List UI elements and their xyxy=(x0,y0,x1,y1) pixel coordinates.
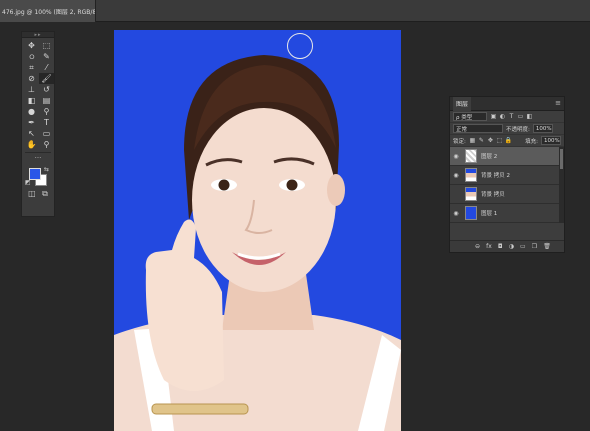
color-swatches: ⇆ ◩ xyxy=(22,165,54,187)
eraser-tool-icon[interactable]: ◧ xyxy=(24,95,39,106)
layer-name[interactable]: 图层 1 xyxy=(481,209,497,217)
layer-thumbnail xyxy=(465,149,477,163)
marquee-tool-icon[interactable]: ⬚ xyxy=(39,40,54,51)
layer-list: ◉ 图层 2 ◉ 背景 拷贝 2 ◉ 背景 拷贝 ◉ 图层 1 xyxy=(450,147,564,223)
lasso-tool-icon[interactable]: ഠ xyxy=(24,51,39,62)
blend-row: 正常 不透明度: 100% xyxy=(450,123,564,135)
layer-name[interactable]: 背景 拷贝 xyxy=(481,190,505,198)
lock-2-icon[interactable]: ✥ xyxy=(487,137,494,144)
layer-thumbnail xyxy=(465,168,477,182)
more-tools-icon[interactable]: ··· xyxy=(22,155,54,163)
blur-tool-icon[interactable]: ● xyxy=(24,106,39,117)
adjustment-layer-icon[interactable]: ◑ xyxy=(509,243,514,250)
layers-panel-header: 图层 ≡ xyxy=(450,96,564,111)
layer-row[interactable]: ◉ 图层 2 xyxy=(450,147,564,166)
layer-mask-icon[interactable]: ◘ xyxy=(498,243,503,250)
document-tab[interactable]: 476.jpg @ 100% (图层 2, RGB/8) * × xyxy=(0,0,96,22)
visibility-eye-icon[interactable]: ◉ xyxy=(450,172,462,179)
group-icon[interactable]: ▭ xyxy=(520,243,526,250)
fill-label: 填充: xyxy=(525,138,538,145)
layer-row[interactable]: ◉ 背景 拷贝 xyxy=(450,185,564,204)
visibility-eye-icon[interactable]: ◉ xyxy=(450,153,462,160)
tool-grid: ✥ ⬚ ഠ ✎ ⌗ ⁄ ⊘ 🖌 ⊥ ↺ ◧ ▤ ● ⚲ ✒ T ↖ ▭ ✋ ⚲ xyxy=(22,38,54,150)
filter-4-icon[interactable]: ◧ xyxy=(526,113,533,120)
trash-icon[interactable]: 🗑 xyxy=(543,243,551,250)
move-tool-icon[interactable]: ✥ xyxy=(24,40,39,51)
crop-tool-icon[interactable]: ⌗ xyxy=(24,62,39,73)
pen-tool-icon[interactable]: ✒ xyxy=(24,117,39,128)
blend-mode-select[interactable]: 正常 xyxy=(453,124,503,133)
screen-mode-icon[interactable]: ⧉ xyxy=(42,189,48,199)
clone-stamp-tool-icon[interactable]: ⊥ xyxy=(24,84,39,95)
filter-kind-select[interactable]: ρ 类型 xyxy=(453,112,487,121)
path-select-tool-icon[interactable]: ↖ xyxy=(24,128,39,139)
opacity-label: 不透明度: xyxy=(506,126,530,133)
lock-1-icon[interactable]: ✎ xyxy=(478,137,485,144)
brush-tool-icon[interactable]: 🖌 xyxy=(39,73,54,84)
type-tool-icon[interactable]: T xyxy=(39,117,54,128)
link-layers-icon[interactable]: ⊖ xyxy=(475,243,480,250)
tools-panel: ▸▸ ✥ ⬚ ഠ ✎ ⌗ ⁄ ⊘ 🖌 ⊥ ↺ ◧ ▤ ● ⚲ ✒ T ↖ ▭ ✋ ⚲ ··· ⇆ ◩ ◫ ⧉ xyxy=(21,31,55,217)
swap-colors-icon[interactable]: ⇆ xyxy=(44,166,49,173)
layer-name[interactable]: 背景 拷贝 2 xyxy=(481,171,510,179)
layer-row[interactable]: ◉ 背景 拷贝 2 xyxy=(450,166,564,185)
lock-4-icon[interactable]: 🔒 xyxy=(505,137,512,144)
panel-menu-icon[interactable]: ≡ xyxy=(555,99,561,107)
new-layer-icon[interactable]: ❒ xyxy=(532,243,537,250)
quick-select-tool-icon[interactable]: ✎ xyxy=(39,51,54,62)
healing-brush-tool-icon[interactable]: ⊘ xyxy=(24,73,39,84)
dodge-tool-icon[interactable]: ⚲ xyxy=(39,106,54,117)
lock-3-icon[interactable]: ⬚ xyxy=(496,137,503,144)
gradient-tool-icon[interactable]: ▤ xyxy=(39,95,54,106)
layers-panel: 图层 ≡ ρ 类型 ▣ ◐ T ▭ ◧ 正常 不透明度: 100% 锁定: ▦ ✎ ✥ ⬚ 🔒 … xyxy=(449,96,565,253)
shape-tool-icon[interactable]: ▭ xyxy=(39,128,54,139)
portrait-photo xyxy=(114,30,401,431)
layer-thumbnail xyxy=(465,187,477,201)
fill-input[interactable]: 100% xyxy=(541,136,561,145)
visibility-eye-icon[interactable]: ◉ xyxy=(450,210,462,217)
default-colors-icon[interactable]: ◩ xyxy=(25,179,31,186)
lock-label: 锁定: xyxy=(453,138,466,145)
layers-scrollbar[interactable] xyxy=(559,147,564,223)
layer-name[interactable]: 图层 2 xyxy=(481,152,497,160)
filter-0-icon[interactable]: ▣ xyxy=(490,113,497,120)
filter-1-icon[interactable]: ◐ xyxy=(499,113,506,120)
hand-tool-icon[interactable]: ✋ xyxy=(24,139,39,150)
history-brush-tool-icon[interactable]: ↺ xyxy=(39,84,54,95)
lock-0-icon[interactable]: ▦ xyxy=(469,137,476,144)
fx-icon[interactable]: fx xyxy=(486,243,492,250)
layer-thumbnail xyxy=(465,206,477,220)
lock-row: 锁定: ▦ ✎ ✥ ⬚ 🔒 填充: 100% xyxy=(450,135,564,147)
foreground-color-swatch[interactable] xyxy=(29,168,41,180)
document-tab-title: 476.jpg @ 100% (图层 2, RGB/8) * xyxy=(2,8,96,16)
tab-layers[interactable]: 图层 xyxy=(453,96,472,111)
filter-2-icon[interactable]: T xyxy=(508,113,515,120)
document-canvas[interactable] xyxy=(114,30,401,431)
brush-cursor xyxy=(287,33,313,59)
opacity-input[interactable]: 100% xyxy=(532,124,553,133)
layer-row[interactable]: ◉ 图层 1 xyxy=(450,204,564,223)
filter-3-icon[interactable]: ▭ xyxy=(517,113,524,120)
quick-mask-icon[interactable]: ◫ xyxy=(28,189,36,199)
visibility-eye-icon[interactable]: ◉ xyxy=(450,191,462,198)
zoom-tool-icon[interactable]: ⚲ xyxy=(39,139,54,150)
document-tab-bar: 476.jpg @ 100% (图层 2, RGB/8) * × xyxy=(0,0,590,22)
filter-row: ρ 类型 ▣ ◐ T ▭ ◧ xyxy=(450,111,564,123)
layers-footer: ⊖ fx ◘ ◑ ▭ ❒ 🗑 xyxy=(450,240,564,252)
eyedropper-tool-icon[interactable]: ⁄ xyxy=(39,62,54,73)
